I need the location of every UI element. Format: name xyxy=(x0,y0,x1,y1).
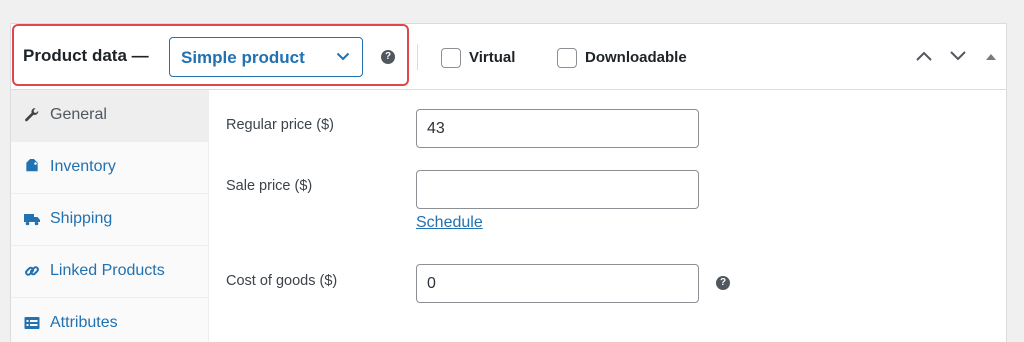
sale-price-input[interactable] xyxy=(416,170,699,209)
link-icon xyxy=(25,266,39,276)
tag-icon xyxy=(26,159,38,172)
cost-of-goods-label: Cost of goods ($) xyxy=(226,273,338,289)
help-icon[interactable]: ? xyxy=(381,50,395,64)
move-down-icon[interactable] xyxy=(949,50,967,62)
downloadable-label: Downloadable xyxy=(585,49,687,66)
wrench-icon xyxy=(25,108,39,122)
tab-label: Inventory xyxy=(50,158,116,175)
product-type-value: Simple product xyxy=(181,48,305,67)
product-data-panel: Product data — Simple product ? Virtual … xyxy=(10,23,1007,342)
schedule-link[interactable]: Schedule xyxy=(416,214,483,232)
tab-label: Linked Products xyxy=(50,262,165,279)
tab-attributes[interactable]: Attributes xyxy=(11,298,208,342)
product-data-tabs: General Inventory Shipping Linked Produc… xyxy=(11,90,209,342)
general-fields: Regular price ($) 43 Sale price ($) Sche… xyxy=(210,90,1006,342)
panel-title: Product data — xyxy=(23,46,149,65)
header-separator xyxy=(417,44,418,70)
tab-label: General xyxy=(50,106,107,123)
sale-price-label: Sale price ($) xyxy=(226,178,313,194)
cost-of-goods-input[interactable]: 0 xyxy=(416,264,699,303)
downloadable-checkbox[interactable] xyxy=(557,48,577,68)
list-icon xyxy=(24,317,40,329)
tab-label: Shipping xyxy=(50,210,113,227)
tab-shipping[interactable]: Shipping xyxy=(11,194,208,246)
tab-general[interactable]: General xyxy=(11,90,208,142)
product-type-select[interactable]: Simple product xyxy=(169,37,363,77)
tab-linked-products[interactable]: Linked Products xyxy=(11,246,208,298)
tab-inventory[interactable]: Inventory xyxy=(11,142,208,194)
chevron-down-icon xyxy=(336,52,350,61)
move-up-icon[interactable] xyxy=(915,50,933,62)
collapse-toggle-icon[interactable] xyxy=(985,52,997,61)
help-icon[interactable]: ? xyxy=(716,276,730,290)
truck-icon xyxy=(24,214,40,226)
virtual-checkbox[interactable] xyxy=(441,48,461,68)
product-data-header: Product data — Simple product ? Virtual … xyxy=(11,24,1006,90)
regular-price-label: Regular price ($) xyxy=(226,117,334,133)
virtual-label: Virtual xyxy=(469,49,516,66)
tab-label: Attributes xyxy=(50,314,118,331)
regular-price-input[interactable]: 43 xyxy=(416,109,699,148)
